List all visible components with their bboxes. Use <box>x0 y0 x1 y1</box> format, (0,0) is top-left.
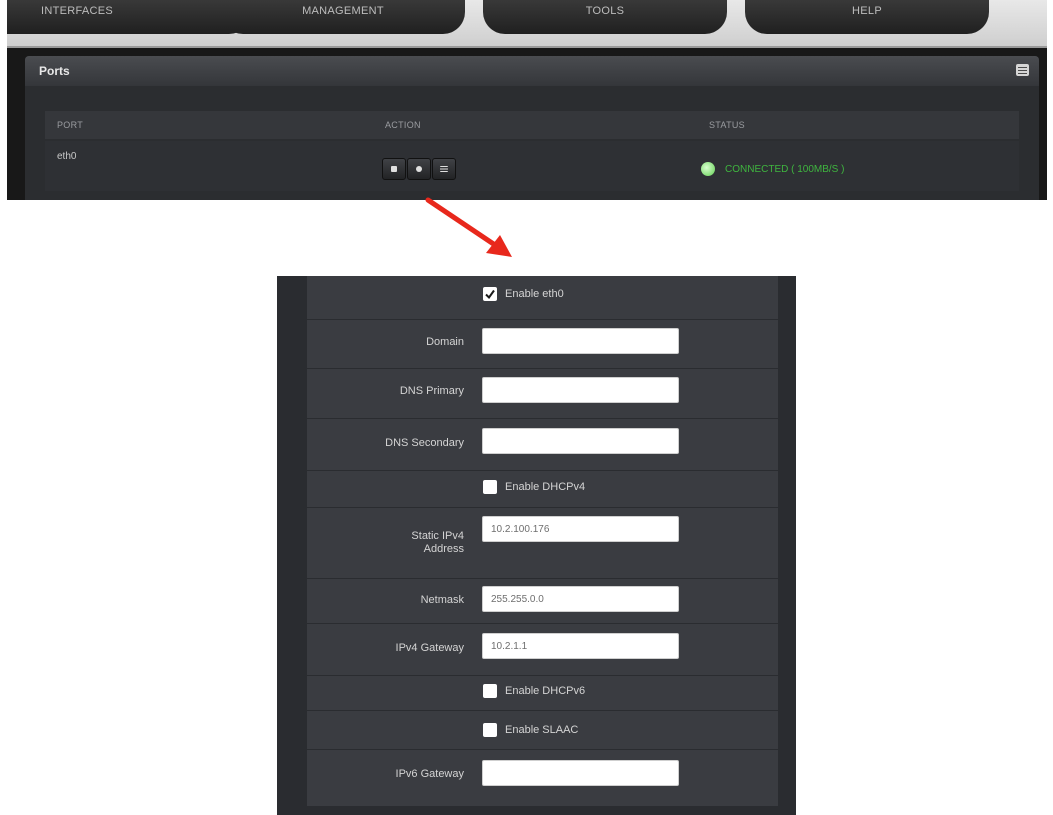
row-ipv6-gateway: IPv6 Gateway <box>307 750 778 806</box>
list-icon <box>440 166 448 172</box>
row-enable-slaac: Enable SLAAC <box>307 711 778 750</box>
circle-icon <box>416 166 422 172</box>
enable-eth0-label: Enable eth0 <box>505 288 564 300</box>
ports-panel: Ports PORT ACTION STATUS eth0 CONNECTED <box>25 56 1039 200</box>
ipv6-gateway-input[interactable] <box>482 760 679 786</box>
row-enable-dhcpv4: Enable DHCPv4 <box>307 471 778 508</box>
nav-tab-management[interactable]: MANAGEMENT <box>221 0 465 34</box>
row-domain: Domain <box>307 320 778 369</box>
port-status-text: CONNECTED ( 100MB/S ) <box>725 164 845 175</box>
table-row: eth0 <box>45 141 1019 191</box>
square-icon <box>391 166 397 172</box>
eth0-config-form: Enable eth0 Domain DNS Primary DNS Secon… <box>307 276 778 806</box>
port-settings-button[interactable] <box>407 158 431 180</box>
enable-slaac-label: Enable SLAAC <box>505 724 579 736</box>
row-enable-dhcpv6: Enable DHCPv6 <box>307 676 778 711</box>
eth0-config-screenshot: Enable eth0 Domain DNS Primary DNS Secon… <box>277 276 796 815</box>
row-static-ipv4: Static IPv4 Address <box>307 508 778 579</box>
dns-primary-label: DNS Primary <box>399 385 464 397</box>
column-header-status: STATUS <box>709 120 745 130</box>
enable-dhcpv6-label: Enable DHCPv6 <box>505 685 586 697</box>
netmask-label: Netmask <box>420 594 464 606</box>
ports-panel-header: Ports <box>25 56 1039 86</box>
static-ipv4-label-line1: Static IPv4 <box>411 530 464 542</box>
dns-primary-input[interactable] <box>482 377 679 403</box>
netmask-input[interactable] <box>482 586 679 612</box>
port-name: eth0 <box>57 151 77 162</box>
nav-tab-help[interactable]: HELP <box>745 0 989 34</box>
status-led-icon <box>701 162 715 176</box>
main-navbar: INTERFACES MANAGEMENT TOOLS HELP <box>7 0 1047 48</box>
ports-panel-title: Ports <box>39 64 70 78</box>
row-netmask: Netmask <box>307 579 778 624</box>
row-enable-eth0: Enable eth0 <box>307 276 778 320</box>
nav-tab-interfaces[interactable]: INTERFACES <box>7 0 251 34</box>
dns-secondary-label: DNS Secondary <box>385 437 464 449</box>
enable-dhcpv4-label: Enable DHCPv4 <box>505 481 586 493</box>
dns-secondary-input[interactable] <box>482 428 679 454</box>
red-arrow-icon <box>425 197 512 257</box>
ports-table: PORT ACTION STATUS eth0 <box>45 111 1019 200</box>
row-dns-secondary: DNS Secondary <box>307 419 778 471</box>
domain-label: Domain <box>426 336 464 348</box>
static-ipv4-label: Static IPv4 Address <box>314 530 464 556</box>
ipv4-gateway-input[interactable] <box>482 633 679 659</box>
panel-menu-icon[interactable] <box>1016 64 1029 76</box>
row-dns-primary: DNS Primary <box>307 369 778 419</box>
column-header-action: ACTION <box>385 120 421 130</box>
row-ipv4-gateway: IPv4 Gateway <box>307 624 778 676</box>
ports-table-header: PORT ACTION STATUS <box>45 111 1019 139</box>
ports-screenshot: INTERFACES MANAGEMENT TOOLS HELP Ports P… <box>7 0 1047 200</box>
ipv4-gateway-label: IPv4 Gateway <box>395 642 464 654</box>
enable-slaac-checkbox[interactable] <box>483 723 497 737</box>
port-details-button[interactable] <box>432 158 456 180</box>
checkmark-icon <box>485 289 495 300</box>
enable-eth0-checkbox[interactable] <box>483 287 497 301</box>
ipv6-gateway-label: IPv6 Gateway <box>395 768 464 780</box>
static-ipv4-label-line2: Address <box>423 543 464 555</box>
enable-dhcpv4-checkbox[interactable] <box>483 480 497 494</box>
enable-dhcpv6-checkbox[interactable] <box>483 684 497 698</box>
nav-tab-tools[interactable]: TOOLS <box>483 0 727 34</box>
port-stop-button[interactable] <box>382 158 406 180</box>
column-header-port: PORT <box>57 120 84 130</box>
static-ipv4-input[interactable] <box>482 516 679 542</box>
domain-input[interactable] <box>482 328 679 354</box>
